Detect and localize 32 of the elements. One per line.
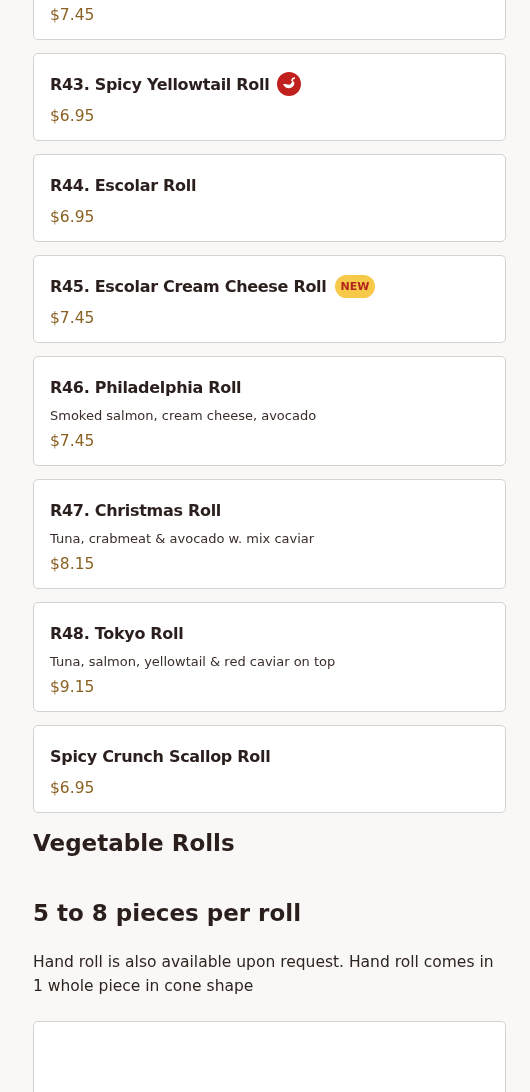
item-name: R46. Philadelphia Roll — [50, 377, 242, 397]
item-price: $6.95 — [50, 208, 96, 226]
menu-item-card[interactable]: R48. Tokyo Roll Tuna, salmon, yellowtail & red caviar on top $9.15 — [33, 602, 506, 712]
item-description: Tuna, salmon, yellowtail & red caviar on top — [50, 654, 337, 669]
item-name: R45. Escolar Cream Cheese Roll — [50, 276, 327, 296]
menu-item-card[interactable]: R43. Spicy Yellowtail Roll $6.95 — [33, 53, 506, 141]
chili-pepper-icon — [277, 72, 302, 96]
item-description: Smoked salmon, cream cheese, avocado — [50, 408, 318, 423]
item-price: $6.95 — [50, 779, 96, 797]
item-name: Spicy Crunch Scallop Roll — [50, 746, 271, 766]
item-price: $7.45 — [50, 6, 96, 24]
menu-item-card[interactable] — [33, 1021, 506, 1092]
menu-item-card[interactable]: R45. Escolar Cream Cheese Roll NEW $7.45 — [33, 255, 506, 343]
item-price: $8.15 — [50, 555, 96, 573]
item-price: $7.45 — [50, 432, 96, 450]
menu-item-card[interactable]: R47. Christmas Roll Tuna, crabmeat & avocado w. mix caviar $8.15 — [33, 479, 506, 589]
item-name: R44. Escolar Roll — [50, 175, 197, 195]
section-subtitle: 5 to 8 pieces per roll — [33, 900, 303, 926]
item-price: $7.45 — [50, 309, 96, 327]
item-name: R43. Spicy Yellowtail Roll — [50, 74, 270, 94]
menu-item-card[interactable]: R44. Escolar Roll $6.95 — [33, 154, 506, 242]
menu-item-card[interactable]: R46. Philadelphia Roll Smoked salmon, cream cheese, avocado $7.45 — [33, 356, 506, 466]
item-price: $6.95 — [50, 107, 96, 125]
section-note: Hand roll is also available upon request. Hand roll comes in 1 whole piece in cone shape — [33, 952, 495, 997]
menu-item-card[interactable]: Spicy Crunch Scallop Roll $6.95 — [33, 725, 506, 813]
item-description: Tuna, crabmeat & avocado w. mix caviar — [50, 531, 316, 546]
item-price: $9.15 — [50, 678, 96, 696]
section-title: Vegetable Rolls — [33, 830, 236, 856]
item-name: R47. Christmas Roll — [50, 500, 222, 520]
item-name: R48. Tokyo Roll — [50, 623, 184, 643]
menu-item-card[interactable]: $7.45 — [33, 0, 506, 40]
new-badge: NEW — [334, 274, 376, 298]
